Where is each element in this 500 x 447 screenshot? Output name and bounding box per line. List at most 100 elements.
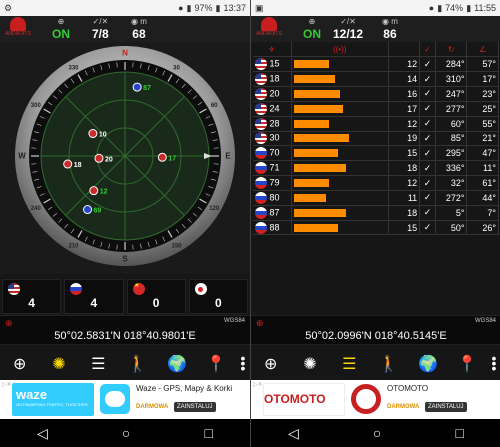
waze-banner-image[interactable]: waze OUTSMARTING TRAFFIC, TOGETHER [12,383,94,416]
compass-mark: S [122,255,128,264]
back-icon[interactable]: ◁ [37,425,48,442]
coordinates-panel[interactable]: ⊕ WGS84 50°02.5831'N 018°40.9801'E [0,315,250,345]
pin-icon[interactable]: 📍 [448,354,487,374]
radar-icon[interactable]: ✺ [290,354,329,374]
used-check-icon: ✓ [419,101,436,117]
svg-text:10: 10 [99,132,107,139]
snr-bar [293,134,349,143]
ad-free-label: DARMOWA [136,404,169,410]
elevation-value: 26° [466,220,499,236]
azimuth-value: 295° [435,145,468,162]
snr-bar [293,104,343,113]
target-icon[interactable]: ⊕ [251,354,290,374]
more-icon[interactable]: • • • [487,351,500,375]
ad-install-button[interactable]: ZAINSTALUJ [425,402,467,412]
russia-flag-icon [255,147,267,160]
recents-icon[interactable]: □ [455,425,463,441]
snr-bar-cell [291,56,389,73]
table-row: 28 12 ✓ 60° 55° [253,116,499,132]
azimuth-value: 247° [435,86,468,102]
sat-id-cell: 15 [253,56,292,73]
used-check-icon: ✓ [419,71,436,88]
coordinates-panel[interactable]: ⊕ WGS84 50°02.0996'N 018°40.5145'E [251,315,500,345]
azimuth-value: 272° [435,190,468,206]
ad-title[interactable]: Waze - GPS, Mapy & Korki [136,384,242,394]
walk-icon[interactable]: 🚶 [369,354,408,374]
elevation-value: 55° [466,116,499,132]
sat-id-icon[interactable]: ✈ [253,42,292,58]
status-bar: ⚙ ● ▮ 97% ▮ 13:37 [0,0,250,16]
usa-flag-icon [255,58,267,71]
battery-percent: 97% [194,3,213,13]
elevation-value: 21° [466,131,499,147]
compass-mark: E [225,152,231,161]
snr-bar [293,164,346,173]
crosshair-icon: ⊕ [256,318,264,328]
globe-icon[interactable]: 🌍 [408,354,447,374]
table-header-row: ✈ ((•)) ✓ ↻ ∠ [253,42,499,58]
elevation-value: 25° [466,101,499,117]
signal-strength-icon[interactable]: ((•)) [291,42,389,58]
russia-flag-icon [70,283,83,295]
ad-install-button[interactable]: ZAINSTALUJ [174,402,216,412]
ad-close-icon[interactable]: ▷✕ [253,381,263,388]
snr-bar-cell [291,190,389,206]
used-check-icon[interactable]: ✓ [419,42,436,58]
snr-header[interactable] [388,42,421,58]
azimuth-value: 60° [435,116,468,132]
azimuth-value: 85° [435,131,468,147]
location-icon: ● [178,3,184,13]
compass-mark: 60 [211,103,218,109]
azimuth-icon[interactable]: ↻ [435,42,468,58]
otomoto-banner-image[interactable]: OTOMOTO [263,383,345,416]
right-screen: ▣ ● ▮ 74% ▮ 11:55 ANDROITS ⊕ ON ✓/✕ 12/1… [250,0,500,447]
home-icon[interactable]: ○ [122,425,130,441]
signal-bars-icon[interactable]: ☰ [79,354,118,374]
target-icon[interactable]: ⊕ [0,354,39,374]
snr-bar [293,208,346,217]
system-nav-bar: ◁ ○ □ [251,419,500,447]
system-nav-bar: ◁ ○ □ [0,419,250,447]
pin-icon[interactable]: 📍 [197,354,236,374]
svg-text:18: 18 [74,162,82,169]
home-icon[interactable]: ○ [373,425,381,441]
back-icon[interactable]: ◁ [288,425,299,442]
elevation-icon[interactable]: ∠ [466,42,499,58]
compass-mark: 240 [31,206,42,212]
globe-icon[interactable]: 🌍 [157,354,196,374]
signal-bars-icon[interactable]: ☰ [330,354,369,374]
walk-icon[interactable]: 🚶 [118,354,157,374]
sat-id-cell: 18 [253,71,292,88]
snr-value: 15 [388,220,421,236]
used-check-icon: ✓ [419,175,436,191]
battery-icon: ▮ [215,2,221,13]
radar-icon[interactable]: ✺ [39,354,78,374]
ad-close-icon[interactable]: ▷✕ [2,381,12,388]
bottom-toolbar: ⊕ ✺ ☰ 🚶 🌍 📍 • • • [0,347,250,380]
crosshair-icon: ⊕ [5,318,13,328]
snr-bar-cell [291,160,389,177]
ad-title[interactable]: OTOMOTO [387,384,493,394]
more-icon[interactable]: • • • [236,351,250,375]
snr-value: 12 [388,56,421,73]
ad-banner[interactable]: ▷✕ OTOMOTO OTOMOTO DARMOWA ZAINSTALUJ [251,380,500,419]
usa-flag-icon [8,283,20,295]
compass-mark: 120 [209,206,220,212]
image-icon: ▣ [255,2,264,13]
satellite-icon: ⊕ [57,17,65,26]
used-check-icon: ✓ [419,116,436,132]
bottom-toolbar: ⊕ ✺ ☰ 🚶 🌍 📍 • • • [251,347,500,380]
svg-text:20: 20 [105,156,113,163]
table-row: 15 12 ✓ 284° 57° [253,56,499,73]
sky-view[interactable]: N 30 60 E 120 150 S 210 240 W 300 330 87 10 20 18 17 12 6… [0,42,250,274]
otomoto-app-icon[interactable] [351,384,381,414]
used-check-icon: ✓ [419,131,436,147]
ad-banner[interactable]: ▷✕ waze OUTSMARTING TRAFFIC, TOGETHER Wa… [0,380,250,419]
elevation-value: 7° [466,205,499,221]
clock: 13:37 [223,3,246,13]
table-row: 71 18 ✓ 336° 11° [253,160,499,177]
elevation-value: 44° [466,190,499,206]
waze-app-icon[interactable] [100,384,130,414]
recents-icon[interactable]: □ [204,425,212,441]
signal-icon: ▮ [437,2,443,13]
